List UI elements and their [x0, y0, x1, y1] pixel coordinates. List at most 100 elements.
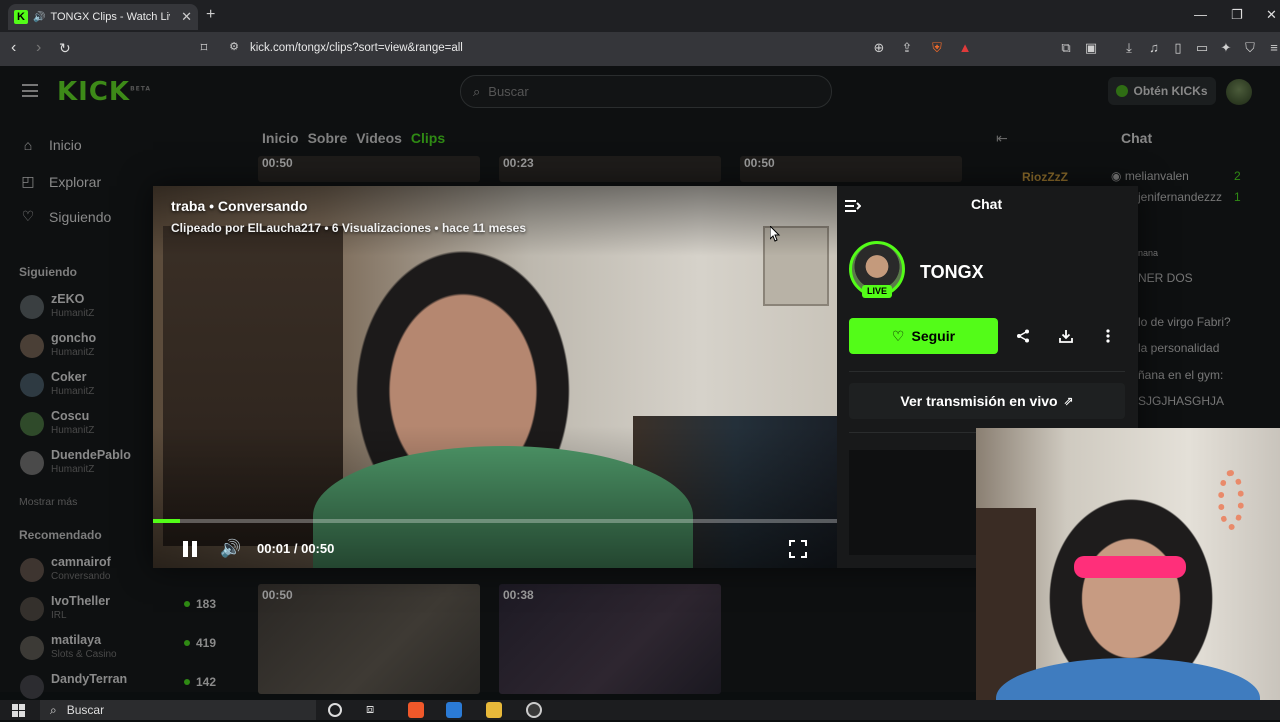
- extensions-icon[interactable]: ⧉: [1058, 40, 1074, 56]
- channel-name: zEKO: [51, 292, 85, 306]
- chat-message: lo de virgo Fabri?: [1138, 315, 1231, 329]
- taskbar-search-label: Buscar: [66, 703, 105, 717]
- brave-rewards-icon[interactable]: ▲: [957, 40, 973, 56]
- streamer-name[interactable]: TONGX: [920, 262, 984, 283]
- nav-siguiendo[interactable]: ♡ Siguiendo: [20, 208, 112, 225]
- wallet-icon[interactable]: ▭: [1194, 40, 1210, 56]
- channel-name: camnairof: [51, 555, 111, 569]
- clip-title: traba • Conversando: [171, 198, 308, 214]
- nav-inicio[interactable]: ⌂ Inicio: [20, 137, 82, 153]
- windows-start-icon[interactable]: [12, 704, 25, 722]
- zoom-icon[interactable]: ⊕: [871, 40, 887, 56]
- volume-icon[interactable]: 🔊: [220, 539, 241, 559]
- clip-thumbnail[interactable]: 00:38: [499, 584, 721, 694]
- clip-thumbnail[interactable]: 00:50: [258, 156, 480, 182]
- kicks-icon: [1116, 85, 1129, 97]
- vpn-icon[interactable]: ⛉: [1242, 40, 1258, 56]
- share-icon[interactable]: ⇪: [899, 40, 915, 56]
- viewer-count: 142: [184, 675, 216, 689]
- file-explorer-icon[interactable]: [486, 702, 502, 718]
- tab-inicio[interactable]: Inicio: [262, 130, 299, 146]
- viewer-count: 183: [184, 597, 216, 611]
- chat-username: RiozZzZ: [1022, 170, 1068, 184]
- watch-live-button[interactable]: Ver transmisión en vivo ⇗: [849, 383, 1125, 419]
- tab-sobre[interactable]: Sobre: [308, 130, 348, 146]
- chat-count: 1: [1234, 190, 1241, 204]
- leo-icon[interactable]: ✦: [1218, 40, 1234, 56]
- clip-thumbnail[interactable]: 00:50: [258, 584, 480, 694]
- mail-app-icon[interactable]: [446, 702, 462, 718]
- clip-thumbnail[interactable]: 00:23: [499, 156, 721, 182]
- chat-message: jenifernandezzz: [1138, 190, 1223, 204]
- forward-icon[interactable]: ›: [36, 39, 41, 57]
- nav-explorar[interactable]: ◰ Explorar: [20, 173, 101, 190]
- follow-button[interactable]: ♡ Seguir: [849, 318, 998, 354]
- fullscreen-icon[interactable]: [789, 540, 807, 558]
- back-icon[interactable]: ‹: [11, 39, 16, 57]
- pause-button[interactable]: [181, 540, 199, 558]
- nav-label: Explorar: [49, 173, 102, 190]
- kick-favicon-icon: K: [14, 10, 28, 24]
- restore-icon[interactable]: ❐: [1231, 7, 1243, 23]
- video-time: 00:01 / 00:50: [257, 541, 335, 556]
- collapse-chat-icon[interactable]: ⇤: [996, 130, 1008, 147]
- heart-icon: ♡: [21, 208, 35, 224]
- clip-thumbnail[interactable]: 00:50: [740, 156, 962, 182]
- download-icon[interactable]: ⤓: [1121, 40, 1137, 56]
- site-info-icon[interactable]: ⚙: [226, 40, 242, 56]
- search-icon: ⌕: [473, 83, 481, 99]
- search-input[interactable]: ⌕ Buscar: [460, 75, 832, 108]
- avatar: [20, 636, 44, 660]
- recommended-channel[interactable]: matilaya Slots & Casino 419: [20, 633, 220, 667]
- reload-icon[interactable]: ↻: [59, 40, 71, 57]
- audio-icon: 🔊: [33, 11, 46, 23]
- tab-title: TONGX Clips - Watch Live on: [50, 11, 170, 23]
- show-more-link[interactable]: Mostrar más: [19, 496, 77, 508]
- brave-shield-icon[interactable]: ⛨: [929, 40, 945, 56]
- hamburger-menu-icon[interactable]: [22, 84, 38, 97]
- compass-icon: ◰: [21, 173, 35, 189]
- window-close-icon[interactable]: ✕: [1266, 7, 1277, 23]
- minimize-icon[interactable]: —: [1194, 7, 1207, 22]
- live-badge: LIVE: [862, 285, 892, 298]
- taskbar-search[interactable]: ⌕ Buscar: [40, 700, 316, 720]
- task-view-icon[interactable]: ⧈: [366, 701, 382, 717]
- browser-tab[interactable]: K 🔊 TONGX Clips - Watch Live on ✕: [8, 4, 198, 30]
- external-link-icon: ⇗: [1063, 394, 1074, 408]
- share-button[interactable]: [1005, 318, 1041, 354]
- expand-chat-icon[interactable]: [845, 199, 862, 212]
- webcam-sunglasses-shape: [1074, 556, 1186, 578]
- get-kicks-button[interactable]: Obtén KICKs: [1108, 77, 1216, 105]
- channel-name: goncho: [51, 331, 97, 345]
- home-icon: ⌂: [23, 137, 33, 153]
- channel-name: IvoTheller: [51, 594, 111, 608]
- tab-videos[interactable]: Videos: [356, 130, 402, 146]
- video-gradient: [153, 426, 837, 568]
- tab-search-icon[interactable]: ▣: [1083, 40, 1099, 56]
- obs-app-icon[interactable]: [526, 702, 542, 718]
- bookmark-icon[interactable]: ⌑: [196, 40, 212, 56]
- tab-clips[interactable]: Clips: [411, 130, 445, 146]
- chat-text: melianvalen: [1124, 169, 1189, 183]
- new-tab-button[interactable]: +: [206, 6, 215, 24]
- user-avatar[interactable]: [1226, 79, 1252, 105]
- follow-label: Seguir: [911, 328, 956, 344]
- recommended-channel[interactable]: IvoTheller IRL 183: [20, 594, 220, 628]
- more-options-button[interactable]: [1090, 318, 1126, 354]
- channel-category: IRL: [51, 610, 67, 621]
- address-bar[interactable]: kick.com/tongx/clips?sort=view&range=all: [250, 42, 463, 54]
- clip-video[interactable]: [153, 186, 837, 568]
- channel-tabs: Inicio Sobre Videos Clips: [262, 130, 445, 146]
- webcam-lei-shape: [1218, 470, 1244, 530]
- tab-close-icon[interactable]: ✕: [181, 9, 192, 25]
- brave-app-icon[interactable]: [408, 702, 424, 718]
- chat-title: Chat: [1121, 130, 1153, 146]
- cortana-icon[interactable]: [328, 703, 342, 717]
- sidebar-icon[interactable]: ▯: [1170, 40, 1186, 56]
- menu-icon[interactable]: ≡: [1266, 40, 1280, 56]
- kick-logo[interactable]: KICKBETA: [57, 77, 151, 107]
- avatar: [20, 373, 44, 397]
- video-progress-bar[interactable]: [153, 519, 837, 523]
- download-button[interactable]: [1048, 318, 1084, 354]
- media-icon[interactable]: ♫: [1146, 40, 1162, 56]
